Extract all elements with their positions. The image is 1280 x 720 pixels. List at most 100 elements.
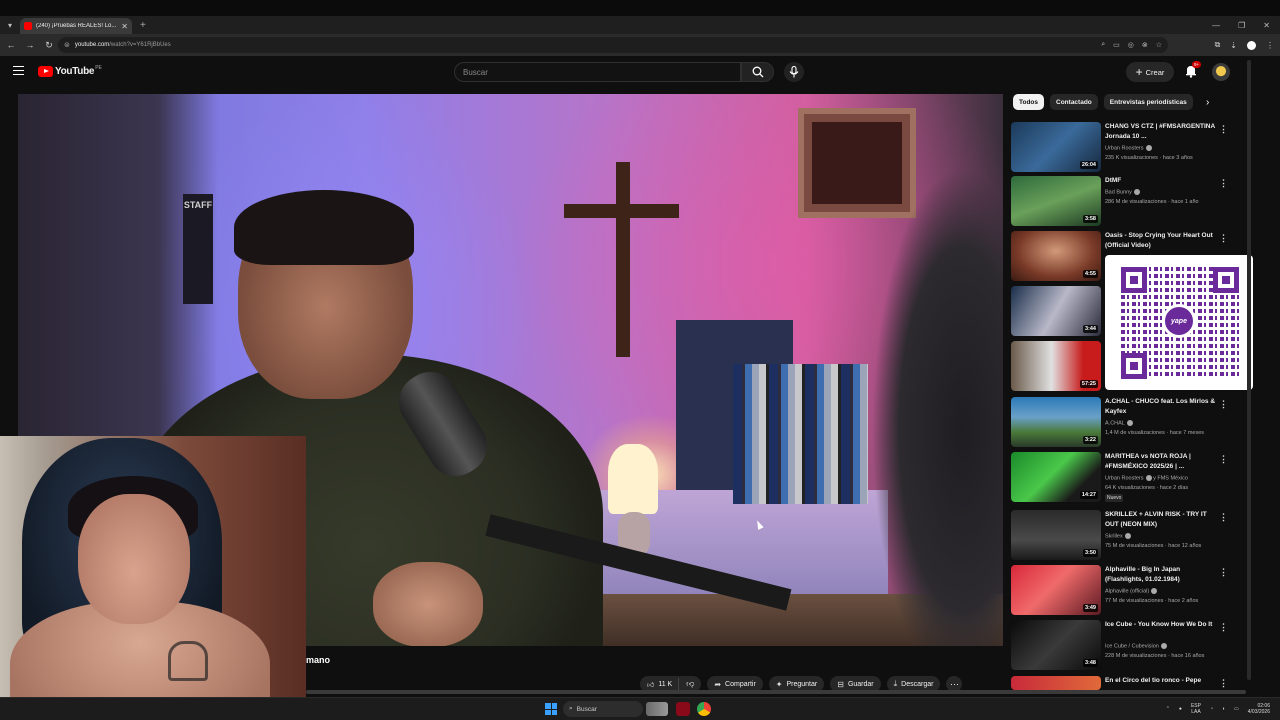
channel-name[interactable]: Urban Roosters — [1105, 145, 1152, 151]
translate-icon[interactable]: ⊗ — [1142, 41, 1148, 49]
taskbar-search[interactable]: ⌕ Buscar — [563, 701, 643, 717]
clock[interactable]: 02:06 4/03/2026 — [1248, 703, 1270, 715]
video-title[interactable]: Alphaville - Big In Japan (Flashlights, … — [1105, 565, 1217, 584]
video-title[interactable]: SKRILLEX + ALVIN RISK - TRY IT OUT (NEON… — [1105, 510, 1217, 529]
list-item[interactable]: 3:49 Alphaville - Big In Japan (Flashlig… — [1011, 565, 1231, 617]
new-tab-icon[interactable]: + — [140, 20, 146, 31]
chip-contactado[interactable]: Contactado — [1050, 94, 1098, 110]
tab-search-icon[interactable]: ▾ — [0, 16, 20, 34]
video-title[interactable]: MARITHEA vs NOTA ROJA | #FMSMÉXICO 2025/… — [1105, 452, 1217, 471]
channel-name[interactable]: A.CHAL — [1105, 420, 1133, 426]
search-button[interactable] — [741, 62, 774, 82]
list-item[interactable]: 3:58 DtMF Bad Bunny 286 M de visualizaci… — [1011, 176, 1231, 228]
channel-name[interactable]: Ice Cube / Cubevision — [1105, 643, 1167, 649]
tab-close-icon[interactable]: ✕ — [121, 22, 128, 31]
site-info-icon[interactable]: ⊜ — [64, 41, 70, 49]
more-options-icon[interactable]: ⋮ — [1219, 233, 1228, 244]
extension-icon[interactable]: ⧉ — [1215, 40, 1221, 50]
language-indicator[interactable]: ESP LAA — [1191, 703, 1201, 715]
list-item[interactable]: 14:27 MARITHEA vs NOTA ROJA | #FMSMÉXICO… — [1011, 452, 1231, 504]
list-item[interactable]: 26:04 CHANG VS CTZ | #FMSARGENTINA Jorna… — [1011, 122, 1231, 174]
youtube-favicon-icon — [24, 22, 32, 30]
chrome-icon[interactable] — [697, 702, 711, 716]
forward-icon[interactable]: → — [22, 40, 38, 50]
youtube-logo[interactable]: YouTube PE — [38, 65, 102, 77]
tray-mic-icon[interactable]: ● — [1179, 706, 1182, 712]
chip-entrevistas[interactable]: Entrevistas periodísticas — [1103, 94, 1193, 110]
more-options-icon[interactable]: ⋮ — [1219, 454, 1228, 465]
voice-search-button[interactable] — [784, 62, 804, 82]
volume-icon[interactable]: ◖ — [1222, 706, 1225, 712]
more-options-icon[interactable]: ⋮ — [1219, 567, 1228, 578]
channel-name[interactable]: Skrillex — [1105, 533, 1131, 539]
video-thumbnail[interactable]: 3:48 — [1011, 620, 1101, 670]
channel-label: Alphaville (official) — [1105, 588, 1150, 595]
video-title[interactable]: A.CHAL - CHUCO feat. Los Mirlos & Kayfex — [1105, 397, 1217, 416]
profile-avatar-icon[interactable] — [1247, 40, 1256, 50]
eye-off-icon[interactable]: ◎ — [1128, 41, 1134, 49]
more-options-icon[interactable]: ⋮ — [1219, 124, 1228, 135]
more-options-icon[interactable]: ⋮ — [1219, 678, 1228, 689]
video-thumbnail[interactable]: 26:04 — [1011, 122, 1101, 172]
minimize-icon[interactable]: — — [1212, 21, 1220, 30]
create-button[interactable]: + Crear — [1126, 62, 1174, 82]
video-title[interactable]: DtMF — [1105, 176, 1217, 186]
more-options-icon[interactable]: ⋮ — [1219, 399, 1228, 410]
window-close-icon[interactable]: ✕ — [1263, 21, 1270, 30]
widgets-icon[interactable] — [646, 702, 668, 716]
like-button[interactable]: 👍︎ 11 K — [640, 678, 680, 690]
zoom-icon[interactable]: ⌕ — [1101, 41, 1105, 49]
page-scrollbar[interactable] — [1246, 58, 1252, 688]
channel-name[interactable]: Bad Bunny — [1105, 189, 1140, 195]
cast-icon[interactable]: ▭ — [1113, 41, 1120, 49]
more-options-icon[interactable]: ⋮ — [1219, 178, 1228, 189]
video-thumbnail[interactable]: 3:58 — [1011, 176, 1101, 226]
restore-icon[interactable]: ❐ — [1238, 21, 1245, 30]
windows-taskbar: ⌕ Buscar ⌃ ● ESP LAA ◔ ◖ ▭ 02:06 4/03/2026 — [0, 697, 1280, 720]
video-thumbnail[interactable]: 3:22 — [1011, 397, 1101, 447]
video-title[interactable]: En el Circo del tio ronco - Pepe — [1105, 676, 1217, 686]
dislike-button[interactable]: 👎︎ — [679, 679, 701, 689]
video-thumbnail[interactable]: 3:49 — [1011, 565, 1101, 615]
verified-icon — [1145, 145, 1152, 151]
list-item[interactable]: En el Circo del tio ronco - Pepe ⋮ — [1011, 676, 1231, 690]
tray-chevron-icon[interactable]: ⌃ — [1166, 706, 1170, 712]
list-item[interactable]: 3:22 A.CHAL - CHUCO feat. Los Mirlos & K… — [1011, 397, 1231, 449]
list-item[interactable]: 3:50 SKRILLEX + ALVIN RISK - TRY IT OUT … — [1011, 510, 1231, 562]
video-meta: 1,4 M de visualizaciones · hace 7 meses — [1105, 430, 1205, 436]
app-red-icon[interactable] — [676, 702, 690, 716]
battery-icon[interactable]: ▭ — [1234, 706, 1239, 712]
channel-name[interactable]: Urban Roosters y FMS México — [1105, 475, 1188, 481]
channel-name[interactable]: Alphaville (official) — [1105, 588, 1158, 595]
video-title[interactable]: Oasis - Stop Crying Your Heart Out (Offi… — [1105, 231, 1217, 250]
video-title[interactable]: Ice Cube - You Know How We Do It — [1105, 620, 1217, 630]
browser-tab[interactable]: (240) ¡Pruebas REALES! Lo... ✕ — [20, 18, 132, 34]
scrollbar-thumb[interactable] — [1247, 60, 1251, 680]
video-thumbnail[interactable]: 3:50 — [1011, 510, 1101, 560]
back-icon[interactable]: ← — [3, 40, 19, 50]
more-options-icon[interactable]: ⋮ — [1219, 512, 1228, 523]
video-thumbnail[interactable]: 57:25 — [1011, 341, 1101, 391]
video-thumbnail[interactable]: 4:55 — [1011, 231, 1101, 281]
list-item[interactable]: 3:48 Ice Cube - You Know How We Do It Ic… — [1011, 620, 1231, 672]
wifi-icon[interactable]: ◔ — [1210, 706, 1213, 712]
search-input[interactable]: Buscar — [454, 62, 741, 82]
reload-icon[interactable]: ↻ — [41, 40, 57, 51]
video-thumbnail[interactable]: 3:44 — [1011, 286, 1101, 336]
account-avatar[interactable] — [1212, 63, 1230, 81]
qr-finder-top-left — [1121, 267, 1147, 293]
horizontal-scrollbar[interactable] — [306, 690, 1246, 694]
video-thumbnail[interactable] — [1011, 676, 1101, 690]
screen-top-band — [0, 0, 1280, 16]
chips-next-icon[interactable]: › — [1206, 97, 1209, 108]
menu-icon[interactable] — [13, 66, 24, 75]
chip-todos[interactable]: Todos — [1013, 94, 1045, 110]
video-thumbnail[interactable]: 14:27 — [1011, 452, 1101, 502]
address-bar[interactable]: ⊜ youtube.com/watch?v=Y61RjBbUes ⌕ ▭ ◎ ⊗… — [58, 37, 1168, 53]
video-title[interactable]: CHANG VS CTZ | #FMSARGENTINA Jornada 10 … — [1105, 122, 1217, 141]
more-options-icon[interactable]: ⋮ — [1219, 622, 1228, 633]
windows-start-icon[interactable] — [545, 703, 557, 715]
browser-menu-icon[interactable]: ⋮ — [1266, 41, 1274, 50]
download-shelf-icon[interactable]: ⇣ — [1230, 41, 1237, 50]
bookmark-star-icon[interactable]: ☆ — [1156, 41, 1162, 49]
